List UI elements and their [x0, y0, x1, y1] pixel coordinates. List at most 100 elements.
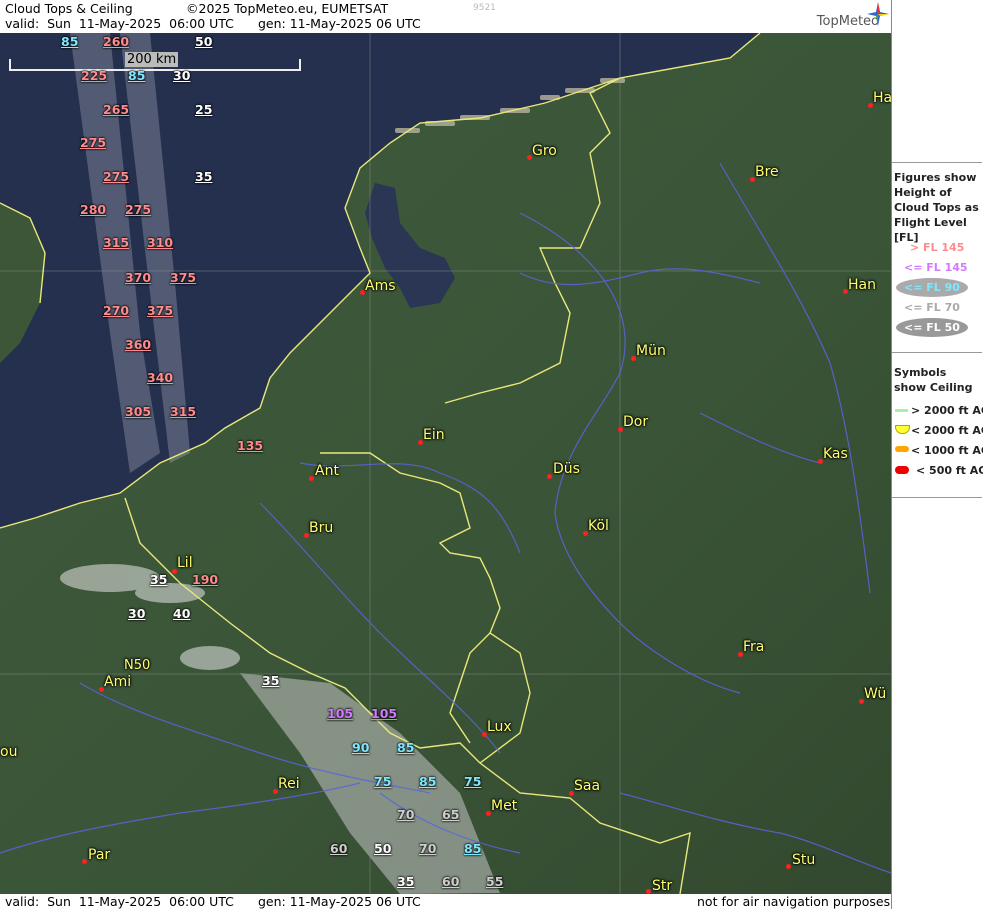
header: Cloud Tops & Ceiling ©2025 TopMeteo.eu, …	[0, 0, 891, 34]
legend-ceiling-2000: < 2000 ft AGL	[911, 424, 983, 437]
legend-ceiling-red-icon	[895, 466, 909, 474]
legend-panel: Figures show Height of Cloud Tops as Fli…	[891, 0, 983, 909]
satellite-map[interactable]: 200 km N50 Gro Bre Ha Ams Han Mün Dor Ei…	[0, 33, 891, 894]
cloud-top-label: 40	[173, 606, 191, 621]
cloud-top-label: 340	[147, 370, 174, 385]
cloud-top-label: 305	[125, 404, 152, 419]
cloud-top-label: 50	[374, 841, 392, 856]
generated-time: gen: 11-May-2025 06 UTC	[258, 16, 421, 31]
cloud-top-label: 85	[61, 34, 79, 49]
legend-ceiling-orange-icon	[895, 446, 909, 452]
cloud-top-label: 50	[195, 34, 213, 49]
cloud-top-label: 60	[442, 874, 460, 889]
cloud-top-label: 375	[147, 303, 174, 318]
legend-fl-70: <= FL 70	[904, 301, 960, 314]
city-label[interactable]: Str	[652, 878, 672, 894]
cloud-top-label: 315	[170, 404, 197, 419]
city-dot-par	[82, 859, 87, 864]
cloud-top-label: 35	[397, 874, 415, 889]
cloud-top-label: 35	[150, 572, 168, 587]
cloud-top-label: 35	[195, 169, 213, 184]
legend-fl-145: <= FL 145	[904, 261, 968, 274]
city-label[interactable]: Stu	[792, 852, 815, 868]
cloud-top-label: 85	[397, 740, 415, 755]
city-label[interactable]: Ein	[423, 427, 445, 443]
city-label[interactable]: Ams	[365, 278, 396, 294]
cloud-top-label: 375	[170, 270, 197, 285]
city-label[interactable]: Ami	[104, 674, 131, 690]
cloud-top-label: 135	[237, 438, 264, 453]
legend-ceiling-yellow-icon	[895, 425, 910, 434]
ceiling-legend-title: Symbols show Ceiling	[894, 366, 973, 394]
city-label[interactable]: Wü	[864, 686, 886, 702]
cloud-top-label: 70	[397, 807, 415, 822]
cloud-top-label: 75	[374, 774, 392, 789]
legend-ceiling-1000: < 1000 ft AGL	[911, 444, 983, 457]
compass-star-icon	[867, 2, 889, 26]
cloud-top-label: 260	[103, 34, 130, 49]
cloud-top-label: 85	[464, 841, 482, 856]
cloud-top-label: 70	[419, 841, 437, 856]
cloud-top-label: 55	[486, 874, 504, 889]
city-label[interactable]: Gro	[532, 143, 557, 159]
city-label[interactable]: Mün	[636, 343, 666, 359]
cloud-top-label: 280	[80, 202, 107, 217]
cloud-top-label: 65	[442, 807, 460, 822]
cloud-top-label: 35	[262, 673, 280, 688]
city-label[interactable]: Ant	[315, 463, 339, 479]
city-label[interactable]: Ha	[873, 90, 891, 106]
legend-fl-50: <= FL 50	[904, 321, 960, 334]
cloud-top-label: 360	[125, 337, 152, 352]
city-label[interactable]: Kas	[823, 446, 848, 462]
grid-label-n50: N50	[124, 658, 151, 673]
cloud-top-label: 85	[419, 774, 437, 789]
cloud-tops-legend-title: Figures show Height of Cloud Tops as Fli…	[894, 171, 979, 244]
valid-time: valid: Sun 11-May-2025 06:00 UTC	[5, 16, 234, 31]
cloud-top-label: 310	[147, 235, 174, 250]
cloud-top-label: 60	[330, 841, 348, 856]
city-label[interactable]: Han	[848, 277, 876, 293]
cloud-top-label: 265	[103, 102, 130, 117]
cloud-top-label: 370	[125, 270, 152, 285]
cloud-top-label: 85	[128, 68, 146, 83]
city-label[interactable]: Fra	[743, 639, 764, 655]
city-label[interactable]: Düs	[553, 461, 580, 477]
disclaimer: not for air navigation purposes	[697, 894, 891, 909]
legend-fl-90: <= FL 90	[904, 281, 960, 294]
legend-ceiling-500: < 500 ft AGL	[916, 464, 983, 477]
city-label[interactable]: Par	[88, 847, 110, 863]
cloud-top-label: 30	[173, 68, 191, 83]
footer: valid: Sun 11-May-2025 06:00 UTC gen: 11…	[0, 894, 891, 909]
footer-valid-time: valid: Sun 11-May-2025 06:00 UTC	[5, 894, 234, 909]
legend-ceiling-green-icon	[895, 409, 908, 412]
cloud-top-label: 30	[128, 606, 146, 621]
city-dot-stu	[786, 864, 791, 869]
cloud-top-label: 25	[195, 102, 213, 117]
map-title: Cloud Tops & Ceiling	[5, 1, 133, 16]
cloud-top-label: 270	[103, 303, 130, 318]
cloud-top-label: 315	[103, 235, 130, 250]
city-label[interactable]: Lil	[177, 555, 193, 571]
cloud-top-label: 275	[103, 169, 130, 184]
city-label[interactable]: Bru	[309, 520, 333, 536]
cloud-top-label: 275	[80, 135, 107, 150]
city-label[interactable]: Met	[491, 798, 517, 814]
legend-fl-above-145: > FL 145	[910, 241, 965, 254]
cloud-top-label: 275	[125, 202, 152, 217]
city-label[interactable]: Dor	[623, 414, 648, 430]
city-label[interactable]: Köl	[588, 518, 609, 534]
cloud-top-label: 225	[81, 68, 108, 83]
map-code: 9521	[473, 3, 496, 13]
cloud-top-label: 90	[352, 740, 370, 755]
city-dot-dus	[547, 474, 552, 479]
cloud-top-label: 75	[464, 774, 482, 789]
scale-label: 200 km	[125, 52, 179, 67]
city-label[interactable]: Saa	[574, 778, 600, 794]
city-label[interactable]: Lux	[487, 719, 512, 735]
city-label[interactable]: ou	[0, 744, 17, 760]
legend-ceiling-2000-above: > 2000 ft AGL	[911, 404, 983, 417]
city-label[interactable]: Rei	[278, 776, 300, 792]
cloud-top-label: 105	[327, 706, 354, 721]
city-dot-ant	[309, 476, 314, 481]
city-label[interactable]: Bre	[755, 164, 779, 180]
